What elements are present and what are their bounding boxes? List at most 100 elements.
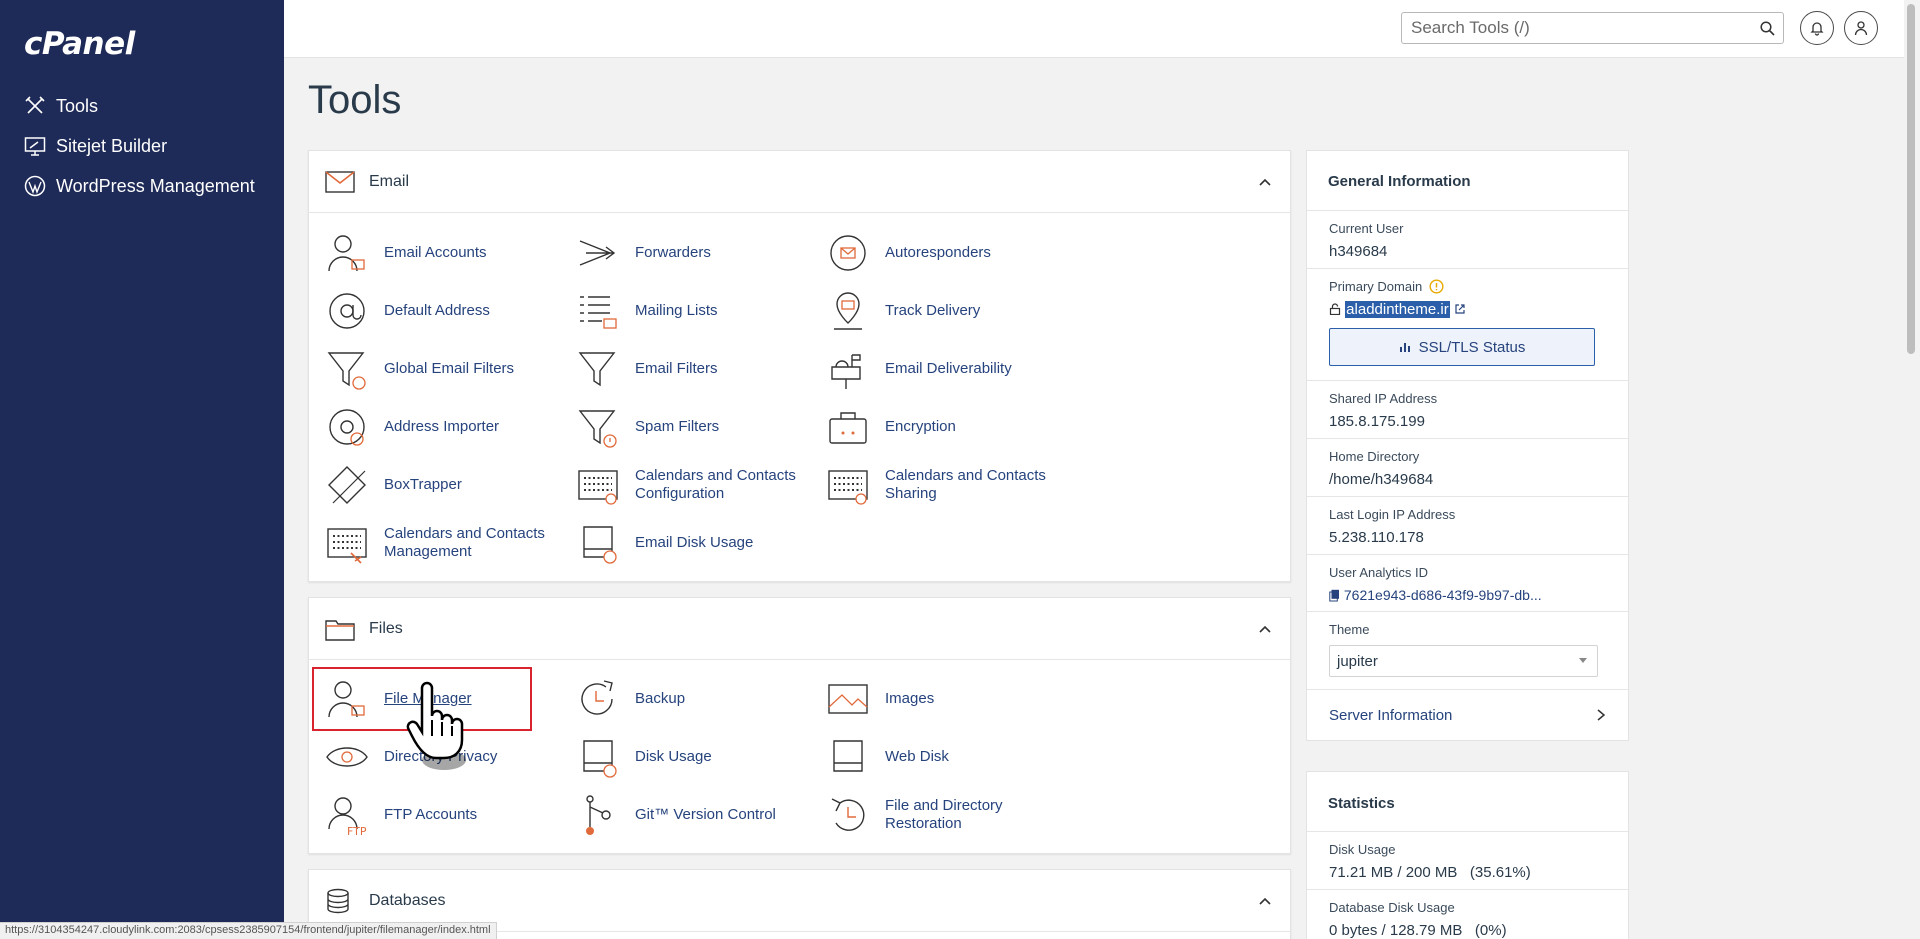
database-disk-usage-row: Database Disk Usage 0 bytes / 128.79 MB … [1307, 890, 1628, 939]
tool-autoresponders[interactable]: Autoresponders [826, 228, 1066, 278]
ssl-tls-status-label: SSL/TLS Status [1418, 338, 1526, 356]
chevron-up-icon[interactable] [1258, 894, 1272, 908]
user-menu-button[interactable] [1844, 11, 1878, 45]
tool-boxtrapper[interactable]: BoxTrapper [325, 460, 565, 510]
tool-label: Email Accounts [384, 244, 487, 261]
tool-global-email-filters[interactable]: Global Email Filters [325, 344, 565, 394]
tool-label: Track Delivery [885, 302, 981, 319]
tool-git-version-control[interactable]: Git™ Version Control [576, 790, 816, 840]
tool-label: Spam Filters [635, 418, 720, 435]
tool-images[interactable]: Images [826, 674, 1066, 724]
tool-label: Mailing Lists [635, 302, 718, 319]
svg-text:FTP: FTP [347, 825, 367, 837]
primary-domain-label: Primary Domain [1329, 279, 1628, 294]
cpanel-logo[interactable]: cPanel [24, 26, 135, 62]
primary-domain-row: Primary Domain aladdintheme.ir SSL/TLS S… [1307, 269, 1628, 381]
server-information-link[interactable]: Server Information [1307, 690, 1628, 740]
tool-label: Email Deliverability [885, 360, 1012, 377]
search-tools-input[interactable]: Search Tools (/) [1401, 12, 1784, 44]
git-icon [586, 795, 611, 835]
tool-label: Global Email Filters [384, 360, 515, 377]
tool-web-disk[interactable]: Web Disk [826, 732, 1066, 782]
tool-backup[interactable]: Backup [576, 674, 816, 724]
tool-email-accounts[interactable]: Email Accounts [325, 228, 565, 278]
at-icon [329, 293, 365, 329]
theme-selected-value: jupiter [1337, 652, 1378, 670]
tool-email-filters[interactable]: Email Filters [576, 344, 816, 394]
tool-spam-filters[interactable]: Spam Filters [576, 402, 816, 452]
folder-icon [325, 616, 355, 642]
tool-email-disk-usage[interactable]: Email Disk Usage [576, 518, 816, 568]
tool-label: Email Disk Usage [635, 534, 754, 551]
copy-icon[interactable] [1329, 589, 1340, 602]
tool-default-address[interactable]: Default Address [325, 286, 565, 336]
tools-icon [24, 95, 46, 117]
tool-label: Git™ Version Control [635, 806, 776, 823]
backup-icon [581, 680, 613, 715]
tool-track-delivery[interactable]: Track Delivery [826, 286, 1066, 336]
last-login-label: Last Login IP Address [1329, 507, 1456, 522]
sidebar-item-sitejet[interactable]: Sitejet Builder [0, 126, 284, 166]
sidebar-item-wordpress[interactable]: WordPress Management [0, 166, 284, 206]
tool-ftp-accounts[interactable]: FTP FTP Accounts [325, 790, 565, 840]
tool-mailing-lists[interactable]: Mailing Lists [576, 286, 816, 336]
user-analytics-row: User Analytics ID 7621e943-d686-43f9-9b9… [1307, 555, 1628, 612]
primary-domain-value: aladdintheme.ir [1329, 301, 1628, 318]
disk-usage-row: Disk Usage 71.21 MB / 200 MB (35.61%) [1307, 832, 1628, 890]
auto-icon [830, 235, 866, 271]
tool-label: Email Filters [635, 360, 718, 377]
tool-calendars-and-contacts-management[interactable]: Calendars and Contacts Management [325, 518, 565, 568]
tool-encryption[interactable]: Encryption [826, 402, 1066, 452]
bell-icon [1810, 22, 1824, 36]
tool-disk-usage[interactable]: Disk Usage [576, 732, 816, 782]
database-disk-usage-label: Database Disk Usage [1329, 900, 1455, 915]
sidebar-item-tools[interactable]: Tools [0, 86, 284, 126]
shared-ip-label: Shared IP Address [1329, 391, 1438, 406]
funnel2-icon [578, 352, 616, 387]
chevron-right-icon [1597, 709, 1606, 721]
tool-calendars-and-contacts-sharing[interactable]: Calendars and Contacts Sharing [826, 460, 1066, 510]
statistics-title: Statistics [1307, 772, 1628, 832]
user-icon [1854, 21, 1868, 36]
top-bar: Search Tools (/) [284, 0, 1920, 58]
shared-ip-value: 185.8.175.199 [1329, 413, 1425, 430]
notifications-button[interactable] [1800, 11, 1834, 45]
home-directory-label: Home Directory [1329, 449, 1420, 464]
tool-label: Directory Privacy [384, 748, 498, 765]
chevron-up-icon[interactable] [1258, 175, 1272, 189]
email-section: Email Email Accounts Forwarders Autorespon… [308, 150, 1291, 582]
funnel-icon [327, 352, 366, 390]
theme-select[interactable]: jupiter [1329, 645, 1598, 677]
diamond-icon [328, 466, 366, 504]
external-link-icon[interactable] [1454, 303, 1466, 315]
email-section-title: Email [369, 172, 410, 190]
sidebar-nav: Tools Sitejet Builder WordPress Manageme… [0, 86, 284, 206]
cal2-icon [327, 528, 367, 564]
theme-label: Theme [1329, 622, 1370, 637]
chevron-up-icon[interactable] [1258, 622, 1272, 636]
tool-file-and-directory-restoration[interactable]: File and Directory Restoration [826, 790, 1066, 840]
ssl-tls-status-button[interactable]: SSL/TLS Status [1329, 328, 1595, 366]
warning-info-icon[interactable] [1429, 279, 1444, 294]
dropdown-caret-icon [1579, 658, 1587, 663]
list-icon [580, 296, 617, 329]
tool-label: Calendars and Contacts Configuration [635, 467, 796, 502]
scrollbar-thumb[interactable] [1907, 4, 1915, 354]
files-section: Files File Manager Backup Images Directory … [308, 597, 1291, 854]
primary-domain-link[interactable]: aladdintheme.ir [1345, 301, 1450, 318]
tool-calendars-and-contacts-configuration[interactable]: Calendars and Contacts Configuration [576, 460, 816, 510]
files-section-header[interactable]: Files [309, 598, 1290, 660]
user-analytics-id[interactable]: 7621e943-d686-43f9-9b97-db... [1344, 587, 1542, 603]
search-icon[interactable] [1751, 20, 1783, 36]
tool-directory-privacy[interactable]: Directory Privacy [325, 732, 565, 782]
tool-email-deliverability[interactable]: Email Deliverability [826, 344, 1066, 394]
email-section-header[interactable]: Email [309, 151, 1290, 213]
tool-address-importer[interactable]: Address Importer [325, 402, 565, 452]
files-section-title: Files [369, 619, 403, 637]
disk-usage-value: 71.21 MB / 200 MB (35.61%) [1329, 864, 1531, 881]
tool-label: Web Disk [885, 748, 949, 765]
tool-forwarders[interactable]: Forwarders [576, 228, 816, 278]
tool-file-manager[interactable]: File Manager [325, 674, 565, 724]
primary-domain-label-text: Primary Domain [1329, 279, 1423, 294]
databases-section-title: Databases [369, 891, 446, 909]
